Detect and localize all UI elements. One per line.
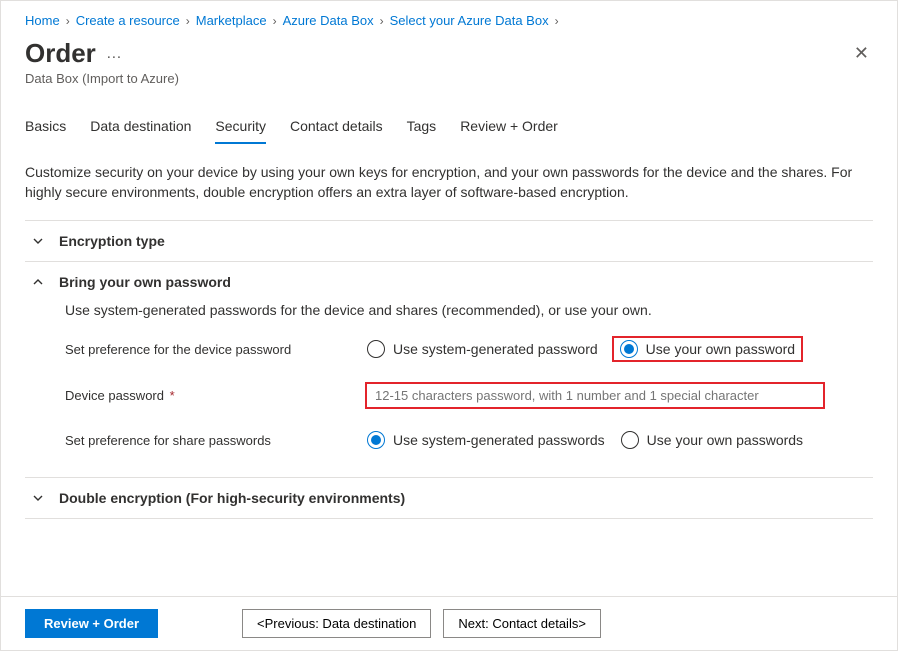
device-password-pref-group: Use system-generated password Use your o… — [365, 336, 803, 362]
breadcrumb-marketplace[interactable]: Marketplace — [196, 13, 267, 28]
previous-button[interactable]: <Previous: Data destination — [242, 609, 431, 638]
review-order-button[interactable]: Review + Order — [25, 609, 158, 638]
section-double-encryption[interactable]: Double encryption (For high-security env… — [25, 478, 873, 518]
page-title: Order — [25, 38, 96, 69]
tab-security[interactable]: Security — [215, 114, 266, 144]
breadcrumb-home[interactable]: Home — [25, 13, 60, 28]
tab-tags[interactable]: Tags — [407, 114, 437, 144]
section-title: Bring your own password — [59, 274, 231, 290]
required-marker: * — [170, 388, 175, 403]
section-bring-your-own-password[interactable]: Bring your own password — [25, 262, 873, 302]
tab-contact-details[interactable]: Contact details — [290, 114, 383, 144]
radio-device-use-own[interactable]: Use your own password — [612, 336, 803, 362]
tab-data-destination[interactable]: Data destination — [90, 114, 191, 144]
section-title: Double encryption (For high-security env… — [59, 490, 405, 506]
section-encryption-type[interactable]: Encryption type — [25, 221, 873, 261]
radio-share-use-own[interactable]: Use your own passwords — [619, 429, 809, 451]
tab-description: Customize security on your device by usi… — [25, 162, 873, 202]
radio-label: Use system-generated password — [393, 341, 598, 357]
section-title: Encryption type — [59, 233, 165, 249]
divider — [25, 518, 873, 519]
chevron-right-icon: › — [273, 14, 277, 28]
more-actions-button[interactable]: … — [106, 45, 122, 63]
device-password-input[interactable] — [365, 382, 825, 409]
radio-label: Use your own passwords — [647, 432, 803, 448]
next-button[interactable]: Next: Contact details> — [443, 609, 601, 638]
radio-label: Use system-generated passwords — [393, 432, 605, 448]
chevron-right-icon: › — [380, 14, 384, 28]
footer: Review + Order <Previous: Data destinati… — [1, 596, 897, 650]
breadcrumb-azure-data-box[interactable]: Azure Data Box — [283, 13, 374, 28]
tab-basics[interactable]: Basics — [25, 114, 66, 144]
chevron-down-icon — [31, 234, 45, 248]
radio-share-system-generated[interactable]: Use system-generated passwords — [365, 429, 611, 451]
device-password-label: Device password * — [65, 388, 365, 403]
close-button[interactable]: ✕ — [850, 39, 873, 68]
radio-device-system-generated[interactable]: Use system-generated password — [365, 338, 604, 360]
chevron-right-icon: › — [555, 14, 559, 28]
chevron-down-icon — [31, 491, 45, 505]
tab-review-order[interactable]: Review + Order — [460, 114, 558, 144]
section-byop-body: Use system-generated passwords for the d… — [25, 302, 873, 477]
breadcrumb: Home › Create a resource › Marketplace ›… — [25, 13, 873, 28]
share-password-pref-group: Use system-generated passwords Use your … — [365, 429, 809, 451]
radio-label: Use your own password — [646, 341, 795, 357]
byop-hint: Use system-generated passwords for the d… — [65, 302, 873, 318]
share-password-pref-label: Set preference for share passwords — [65, 433, 365, 448]
chevron-right-icon: › — [186, 14, 190, 28]
chevron-right-icon: › — [66, 14, 70, 28]
breadcrumb-create-resource[interactable]: Create a resource — [76, 13, 180, 28]
chevron-up-icon — [31, 275, 45, 289]
page-subtitle: Data Box (Import to Azure) — [25, 71, 873, 86]
device-password-pref-label: Set preference for the device password — [65, 342, 365, 357]
breadcrumb-select-data-box[interactable]: Select your Azure Data Box — [390, 13, 549, 28]
tabs: Basics Data destination Security Contact… — [25, 114, 873, 144]
